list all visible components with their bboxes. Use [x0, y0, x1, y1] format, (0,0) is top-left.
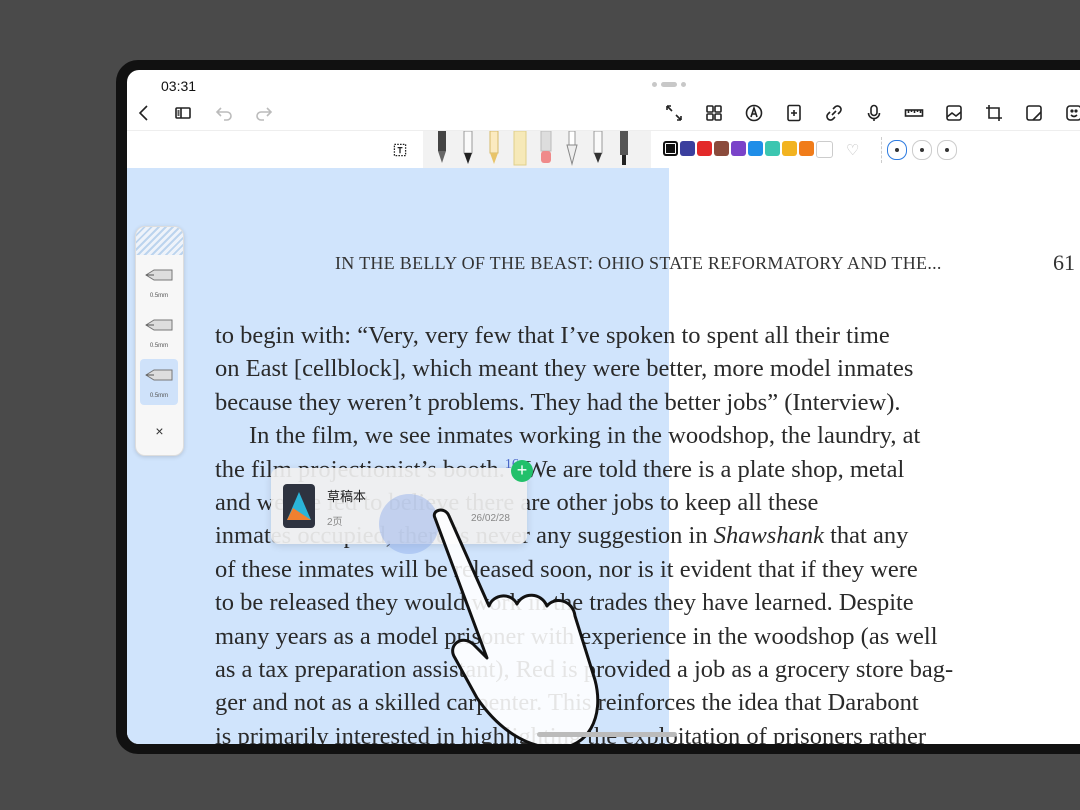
- top-toolbar: [127, 96, 1080, 130]
- pen-nib-icon: [145, 269, 173, 281]
- text-box-icon[interactable]: [387, 137, 413, 163]
- close-icon[interactable]: ×: [136, 423, 183, 439]
- color-swatch[interactable]: [816, 141, 833, 158]
- text-line: to begin with: “Very, very few that I’ve…: [215, 322, 890, 349]
- stroke-size-small[interactable]: [937, 140, 957, 160]
- brush-icon[interactable]: [561, 131, 583, 167]
- running-head: IN THE BELLY OF THE BEAST: OHIO STATE RE…: [335, 253, 942, 273]
- pencil-icon[interactable]: [483, 131, 505, 167]
- text-line: because they weren’t problems. They had …: [215, 388, 901, 416]
- pen-nib-icon: [145, 369, 173, 381]
- document-page[interactable]: IN THE BELLY OF THE BEAST: OHIO STATE RE…: [127, 168, 1080, 744]
- color-swatch[interactable]: [697, 141, 712, 156]
- color-swatch[interactable]: [714, 141, 729, 156]
- redo-icon[interactable]: [251, 100, 277, 126]
- status-time: 03:31: [161, 78, 197, 94]
- ballpoint-pen-icon[interactable]: [457, 131, 479, 167]
- text-line: as a tax preparation assistant), Red is …: [215, 656, 954, 684]
- text-line: of these inmates will be released soon, …: [215, 555, 918, 583]
- pen-preset-panel: 0.5mm 0.5mm 0.5mm ×: [135, 226, 184, 456]
- add-page-icon[interactable]: [781, 100, 807, 126]
- color-swatch[interactable]: [748, 141, 763, 156]
- text-line: on East [cellblock], which meant they we…: [215, 355, 914, 383]
- color-swatch[interactable]: [663, 141, 678, 156]
- notebook-pages: 2页: [327, 517, 343, 528]
- highlighter-icon[interactable]: [509, 131, 531, 167]
- stroke-size-large[interactable]: [887, 140, 907, 160]
- grid-icon[interactable]: [701, 100, 727, 126]
- microphone-icon[interactable]: [861, 100, 887, 126]
- undo-icon[interactable]: [211, 100, 237, 126]
- multitask-grabber[interactable]: [652, 82, 686, 87]
- page-number: 61: [1053, 250, 1075, 275]
- pen-nib-icon: [145, 319, 173, 331]
- fountain-pen-icon[interactable]: [431, 131, 453, 167]
- marker-icon[interactable]: [587, 131, 609, 167]
- home-indicator[interactable]: [537, 732, 677, 737]
- panel-handle[interactable]: [136, 227, 183, 255]
- add-badge: +: [511, 460, 533, 482]
- back-icon[interactable]: [131, 100, 157, 126]
- tool-tray: [423, 131, 651, 169]
- link-icon[interactable]: [821, 100, 847, 126]
- crop-icon[interactable]: [981, 100, 1007, 126]
- hand-pointer-icon: [432, 508, 600, 744]
- notebook-cover: [283, 484, 315, 528]
- text-line: In the film, we see inmates working in t…: [249, 422, 921, 450]
- app-screen: 03:31 ♡ IN THE BELLY OF THE BEAST: OHIO …: [127, 70, 1080, 744]
- pen-preset-1[interactable]: 0.5mm: [140, 259, 178, 305]
- color-swatch[interactable]: [765, 141, 780, 156]
- notebook-title: 草稿本: [327, 489, 367, 504]
- color-swatch[interactable]: [680, 141, 695, 156]
- image-icon[interactable]: [941, 100, 967, 126]
- pen-preset-2[interactable]: 0.5mm: [140, 309, 178, 355]
- color-swatch[interactable]: [731, 141, 746, 156]
- text-line: many years as a model prisoner with expe…: [215, 622, 938, 650]
- color-swatch[interactable]: [782, 141, 797, 156]
- color-swatch[interactable]: [799, 141, 814, 156]
- text-line: ger and not as a skilled carpenter. This…: [215, 689, 919, 717]
- favorite-icon[interactable]: ♡: [846, 141, 859, 159]
- fineliner-icon[interactable]: [613, 131, 635, 167]
- eraser-icon[interactable]: [535, 131, 557, 167]
- pen-toolbar: ♡: [127, 130, 1080, 170]
- ruler-icon[interactable]: [901, 100, 927, 126]
- pen-nib-icon[interactable]: [741, 100, 767, 126]
- pen-preset-3[interactable]: 0.5mm: [140, 359, 178, 405]
- sticker-icon[interactable]: [1021, 100, 1047, 126]
- stroke-size-medium[interactable]: [912, 140, 932, 160]
- expand-icon[interactable]: [661, 100, 687, 126]
- sidebar-icon[interactable]: [170, 100, 196, 126]
- text-line: to be released they would work in the tr…: [215, 589, 914, 617]
- emoji-icon[interactable]: [1061, 100, 1080, 126]
